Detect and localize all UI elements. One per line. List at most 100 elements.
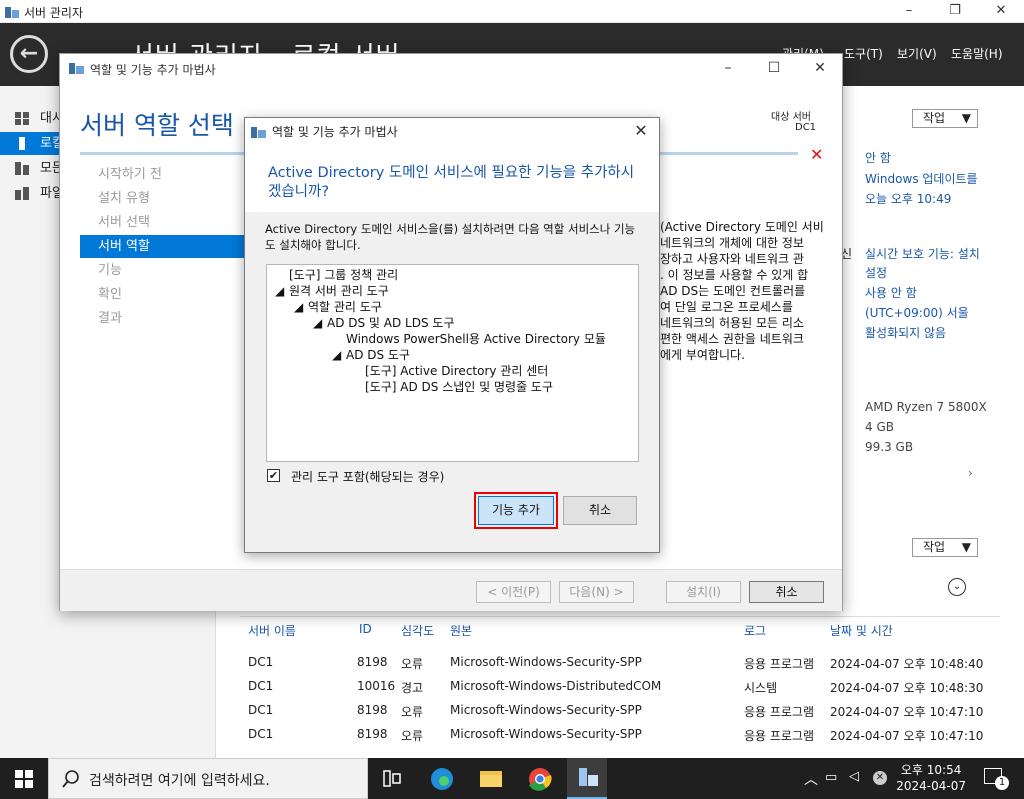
event-cell[interactable]: 시스템 <box>744 679 777 696</box>
description-line: AD DS는 도메인 컨트롤러를 <box>660 284 806 298</box>
event-cell[interactable]: 오류 <box>401 703 423 720</box>
tree-expand-icon[interactable]: ◢ <box>313 315 322 331</box>
event-cell[interactable]: 8198 <box>357 727 388 741</box>
close-button[interactable]: ✕ <box>978 0 1024 23</box>
dialog-titlebar: 역할 및 기능 추가 마법사 ✕ <box>245 118 659 144</box>
property-value[interactable]: Windows 업데이트를 <box>865 170 978 187</box>
property-value[interactable]: 안 함 <box>865 149 891 166</box>
add-features-dialog: 역할 및 기능 추가 마법사 ✕ Active Directory 도메인 서비… <box>244 117 660 553</box>
wizard-minimize-button[interactable]: – <box>705 57 751 79</box>
event-cell[interactable]: Microsoft-Windows-DistributedCOM <box>450 679 661 693</box>
event-cell[interactable]: 응용 프로그램 <box>744 727 814 744</box>
column-header[interactable]: 로그 <box>744 622 766 639</box>
server-manager-taskbar-icon[interactable] <box>567 758 607 799</box>
taskbar-clock[interactable]: 오후 10:54 2024-04-07 <box>896 762 966 794</box>
wizard-maximize-button[interactable]: ☐ <box>751 57 797 79</box>
dialog-close-button[interactable]: ✕ <box>629 120 653 142</box>
status-icon[interactable]: ✕ <box>873 771 887 785</box>
install-button[interactable]: 설치(I) <box>666 581 741 603</box>
column-header[interactable]: 서버 이름 <box>248 622 296 639</box>
event-cell[interactable]: 8198 <box>357 703 388 717</box>
step-server-selection[interactable]: 서버 선택 <box>80 211 245 234</box>
tree-node: Windows PowerShell용 Active Directory 모듈 <box>346 332 606 346</box>
chrome-icon[interactable] <box>520 762 560 795</box>
event-cell[interactable]: 오류 <box>401 727 423 744</box>
property-value: AMD Ryzen 7 5800X <box>865 400 987 414</box>
features-tree[interactable]: [도구] 그룹 정책 관리 ◢ 원격 서버 관리 도구 ◢ 역할 관리 도구 ◢… <box>266 264 639 462</box>
menu-tools[interactable]: 도구(T) <box>844 45 883 62</box>
dialog-cancel-button[interactable]: 취소 <box>563 496 637 525</box>
wizard-close-button[interactable]: ✕ <box>797 57 843 79</box>
back-icon[interactable]: ← <box>10 35 48 73</box>
event-cell[interactable]: 2024-04-07 오후 10:47:10 <box>830 727 983 744</box>
previous-button[interactable]: < 이전(P) <box>476 581 551 603</box>
speaker-icon[interactable]: ◁ <box>849 769 859 784</box>
tree-expand-icon[interactable]: ◢ <box>332 347 341 363</box>
include-tools-label: 관리 도구 포함(해당되는 경우) <box>291 470 445 484</box>
column-header[interactable]: 원본 <box>450 622 472 639</box>
step-installation-type[interactable]: 설치 유형 <box>80 187 245 210</box>
event-cell[interactable]: Microsoft-Windows-Security-SPP <box>450 703 642 717</box>
property-value[interactable]: 사용 안 함 <box>865 284 917 301</box>
tree-expand-icon[interactable]: ◢ <box>294 299 303 315</box>
edge-icon[interactable] <box>422 762 462 795</box>
wizard-cancel-button[interactable]: 취소 <box>749 581 824 603</box>
include-tools-checkbox[interactable]: ✔ <box>267 469 280 482</box>
event-cell[interactable]: Microsoft-Windows-Security-SPP <box>450 655 642 669</box>
clock-date: 2024-04-07 <box>896 779 966 793</box>
restore-button[interactable]: ❐ <box>932 0 978 23</box>
events-tasks-dropdown[interactable]: 작업 ▼ <box>912 538 978 557</box>
event-cell[interactable]: 2024-04-07 오후 10:47:10 <box>830 703 983 720</box>
event-cell[interactable]: Microsoft-Windows-Security-SPP <box>450 727 642 741</box>
dialog-heading: Active Directory 도메인 서비스에 필요한 기능을 추가하시겠습… <box>268 165 635 200</box>
menu-help[interactable]: 도움말(H) <box>951 45 1003 62</box>
property-value[interactable]: 설정 <box>865 264 887 281</box>
description-line: 에게 부여합니다. <box>660 348 745 362</box>
event-cell[interactable]: 오류 <box>401 655 423 672</box>
tree-expand-icon[interactable]: ◢ <box>275 283 284 299</box>
event-cell[interactable]: 경고 <box>401 679 423 696</box>
event-cell[interactable]: DC1 <box>248 703 273 717</box>
next-button[interactable]: 다음(N) > <box>559 581 634 603</box>
add-features-button[interactable]: 기능 추가 <box>474 492 558 529</box>
taskbar-search-box[interactable]: 검색하려면 여기에 입력하세요. <box>48 758 368 799</box>
description-line: 여 단일 로그온 프로세스를 <box>660 300 793 314</box>
tree-node: [도구] 그룹 정책 관리 <box>289 268 399 282</box>
event-cell[interactable]: 8198 <box>357 655 388 669</box>
event-cell[interactable]: DC1 <box>248 679 273 693</box>
event-cell[interactable]: 응용 프로그램 <box>744 703 814 720</box>
storage-icon <box>15 187 29 200</box>
file-explorer-icon[interactable] <box>471 762 511 795</box>
event-cell[interactable]: 응용 프로그램 <box>744 655 814 672</box>
column-header[interactable]: 심각도 <box>401 622 434 639</box>
property-value[interactable]: (UTC+09:00) 서울 <box>865 304 969 321</box>
expand-icon[interactable]: ⌄ <box>948 578 966 596</box>
show-hidden-icons[interactable]: ︿ <box>804 769 818 789</box>
tree-node: 역할 관리 도구 <box>308 300 382 314</box>
tasks-dropdown[interactable]: 작업 ▼ <box>912 109 978 128</box>
network-icon[interactable]: ▭ <box>825 770 837 785</box>
property-value[interactable]: 실시간 보호 기능: 설치 <box>865 245 980 262</box>
server-icon <box>19 137 25 150</box>
description-line: (Active Directory 도메인 서비 <box>660 220 824 234</box>
minimize-button[interactable]: – <box>886 0 932 23</box>
event-cell[interactable]: DC1 <box>248 655 273 669</box>
column-header[interactable]: ID <box>359 622 372 636</box>
wizard-heading: 서버 역할 선택 <box>80 111 234 140</box>
property-value[interactable]: 활성화되지 않음 <box>865 324 946 341</box>
event-cell[interactable]: 2024-04-07 오후 10:48:30 <box>830 679 983 696</box>
step-before-you-begin[interactable]: 시작하기 전 <box>80 163 245 186</box>
event-cell[interactable]: 2024-04-07 오후 10:48:40 <box>830 655 983 672</box>
step-confirmation[interactable]: 확인 <box>80 283 245 306</box>
event-cell[interactable]: 10016 <box>357 679 395 693</box>
column-header[interactable]: 날짜 및 시간 <box>830 622 893 639</box>
task-view-icon[interactable] <box>372 762 412 795</box>
step-results[interactable]: 결과 <box>80 307 245 330</box>
menu-view[interactable]: 보기(V) <box>897 45 937 62</box>
step-server-roles[interactable]: 서버 역할 <box>80 235 245 258</box>
windows-start-icon[interactable] <box>15 770 33 788</box>
event-cell[interactable]: DC1 <box>248 727 273 741</box>
scroll-right-icon[interactable]: › <box>968 466 973 480</box>
property-value[interactable]: 오늘 오후 10:49 <box>865 190 951 207</box>
step-features[interactable]: 기능 <box>80 259 245 282</box>
